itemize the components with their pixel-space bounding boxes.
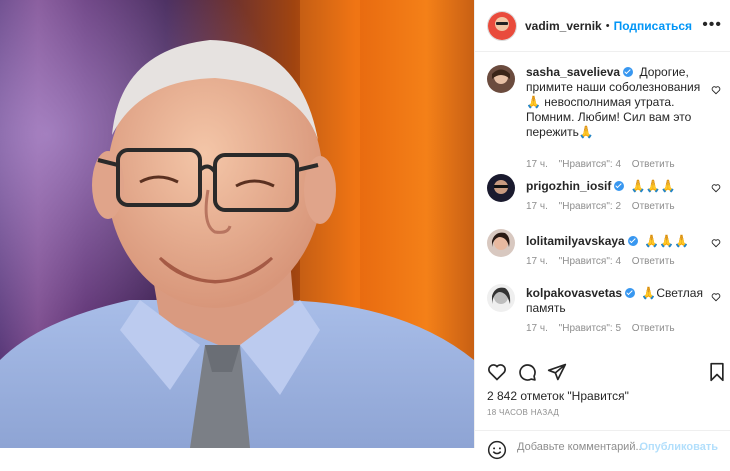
comment-age: 17 ч.	[526, 323, 548, 334]
follow-button[interactable]: Подписаться	[614, 19, 692, 33]
post-header: vadim_vernik • Подписаться •••	[475, 0, 730, 52]
like-comment-heart-icon[interactable]	[711, 183, 721, 193]
comment-username[interactable]: prigozhin_iosif	[526, 179, 611, 193]
reply-button[interactable]: Ответить	[632, 323, 675, 334]
comment-likes[interactable]: "Нравится": 4	[559, 256, 621, 267]
comment-username[interactable]: kolpakovasvetas	[526, 286, 622, 300]
share-paper-plane-icon[interactable]	[547, 362, 567, 382]
author-username[interactable]: vadim_vernik	[525, 19, 602, 33]
comment-meta: 17 ч. "Нравится": 2 Ответить	[526, 201, 683, 212]
comment-username[interactable]: lolitamilyavskaya	[526, 234, 625, 248]
comment-age: 17 ч.	[526, 256, 548, 267]
author-avatar[interactable]	[487, 10, 517, 41]
comment-item: lolitamilyavskaya 🙏🙏🙏 17 ч. "Нравится": …	[487, 229, 723, 269]
post-timestamp: 18 ЧАСОВ НАЗАД	[487, 408, 560, 417]
comment-text-block: kolpakovasvetas 🙏Светлая память	[526, 286, 704, 316]
likes-count[interactable]: 2 842 отметок "Нравится"	[487, 389, 629, 403]
save-bookmark-icon[interactable]	[707, 362, 727, 382]
reply-button[interactable]: Ответить	[632, 256, 675, 267]
like-heart-icon[interactable]	[487, 362, 507, 382]
commenter-avatar[interactable]	[487, 65, 515, 93]
comment-item: prigozhin_iosif 🙏🙏🙏 17 ч. "Нравится": 2 …	[487, 174, 723, 214]
post-sidebar: vadim_vernik • Подписаться ••• sasha_sav…	[474, 0, 730, 460]
comment-input[interactable]: Добавьте комментарий...	[517, 441, 645, 453]
comment-likes[interactable]: "Нравится": 4	[559, 159, 621, 170]
comment-text-block: prigozhin_iosif 🙏🙏🙏	[526, 179, 704, 194]
separator-dot: •	[605, 19, 610, 32]
comment-item: sasha_savelieva Дорогие, примите наши со…	[487, 65, 723, 170]
portrait-illustration	[0, 0, 474, 448]
verified-badge-icon	[625, 288, 636, 298]
like-comment-heart-icon[interactable]	[711, 238, 721, 248]
commenter-avatar[interactable]	[487, 229, 515, 257]
post-actions	[475, 356, 730, 388]
more-options-icon[interactable]: •••	[702, 17, 722, 33]
reply-button[interactable]: Ответить	[632, 201, 675, 212]
comment-bubble-icon[interactable]	[517, 362, 537, 382]
comment-meta: 17 ч. "Нравится": 4 Ответить	[526, 159, 683, 170]
comment-text-block: lolitamilyavskaya 🙏🙏🙏	[526, 234, 704, 249]
comment-username[interactable]: sasha_savelieva	[526, 65, 620, 79]
comment-meta: 17 ч. "Нравится": 5 Ответить	[526, 323, 683, 334]
comment-likes[interactable]: "Нравится": 2	[559, 201, 621, 212]
like-comment-heart-icon[interactable]	[711, 292, 721, 302]
emoji-smile-icon[interactable]	[487, 440, 507, 460]
verified-badge-icon	[623, 67, 634, 77]
reply-button[interactable]: Ответить	[632, 159, 675, 170]
publish-button[interactable]: Опубликовать	[639, 441, 718, 453]
comment-item: kolpakovasvetas 🙏Светлая память 17 ч. "Н…	[487, 284, 723, 339]
comment-body: 🙏🙏🙏	[644, 234, 689, 248]
add-comment-bar: Добавьте комментарий... Опубликовать	[475, 430, 730, 471]
verified-badge-icon	[614, 181, 625, 191]
like-comment-heart-icon[interactable]	[711, 85, 721, 95]
comment-body: 🙏🙏🙏	[630, 179, 676, 193]
comment-text-block: sasha_savelieva Дорогие, примите наши со…	[526, 65, 704, 140]
comment-age: 17 ч.	[526, 201, 548, 212]
comment-meta: 17 ч. "Нравится": 4 Ответить	[526, 256, 683, 267]
comment-age: 17 ч.	[526, 159, 548, 170]
post-photo[interactable]	[0, 0, 474, 448]
comment-likes[interactable]: "Нравится": 5	[559, 323, 621, 334]
verified-badge-icon	[627, 236, 638, 246]
commenter-avatar[interactable]	[487, 284, 515, 312]
commenter-avatar[interactable]	[487, 174, 515, 202]
